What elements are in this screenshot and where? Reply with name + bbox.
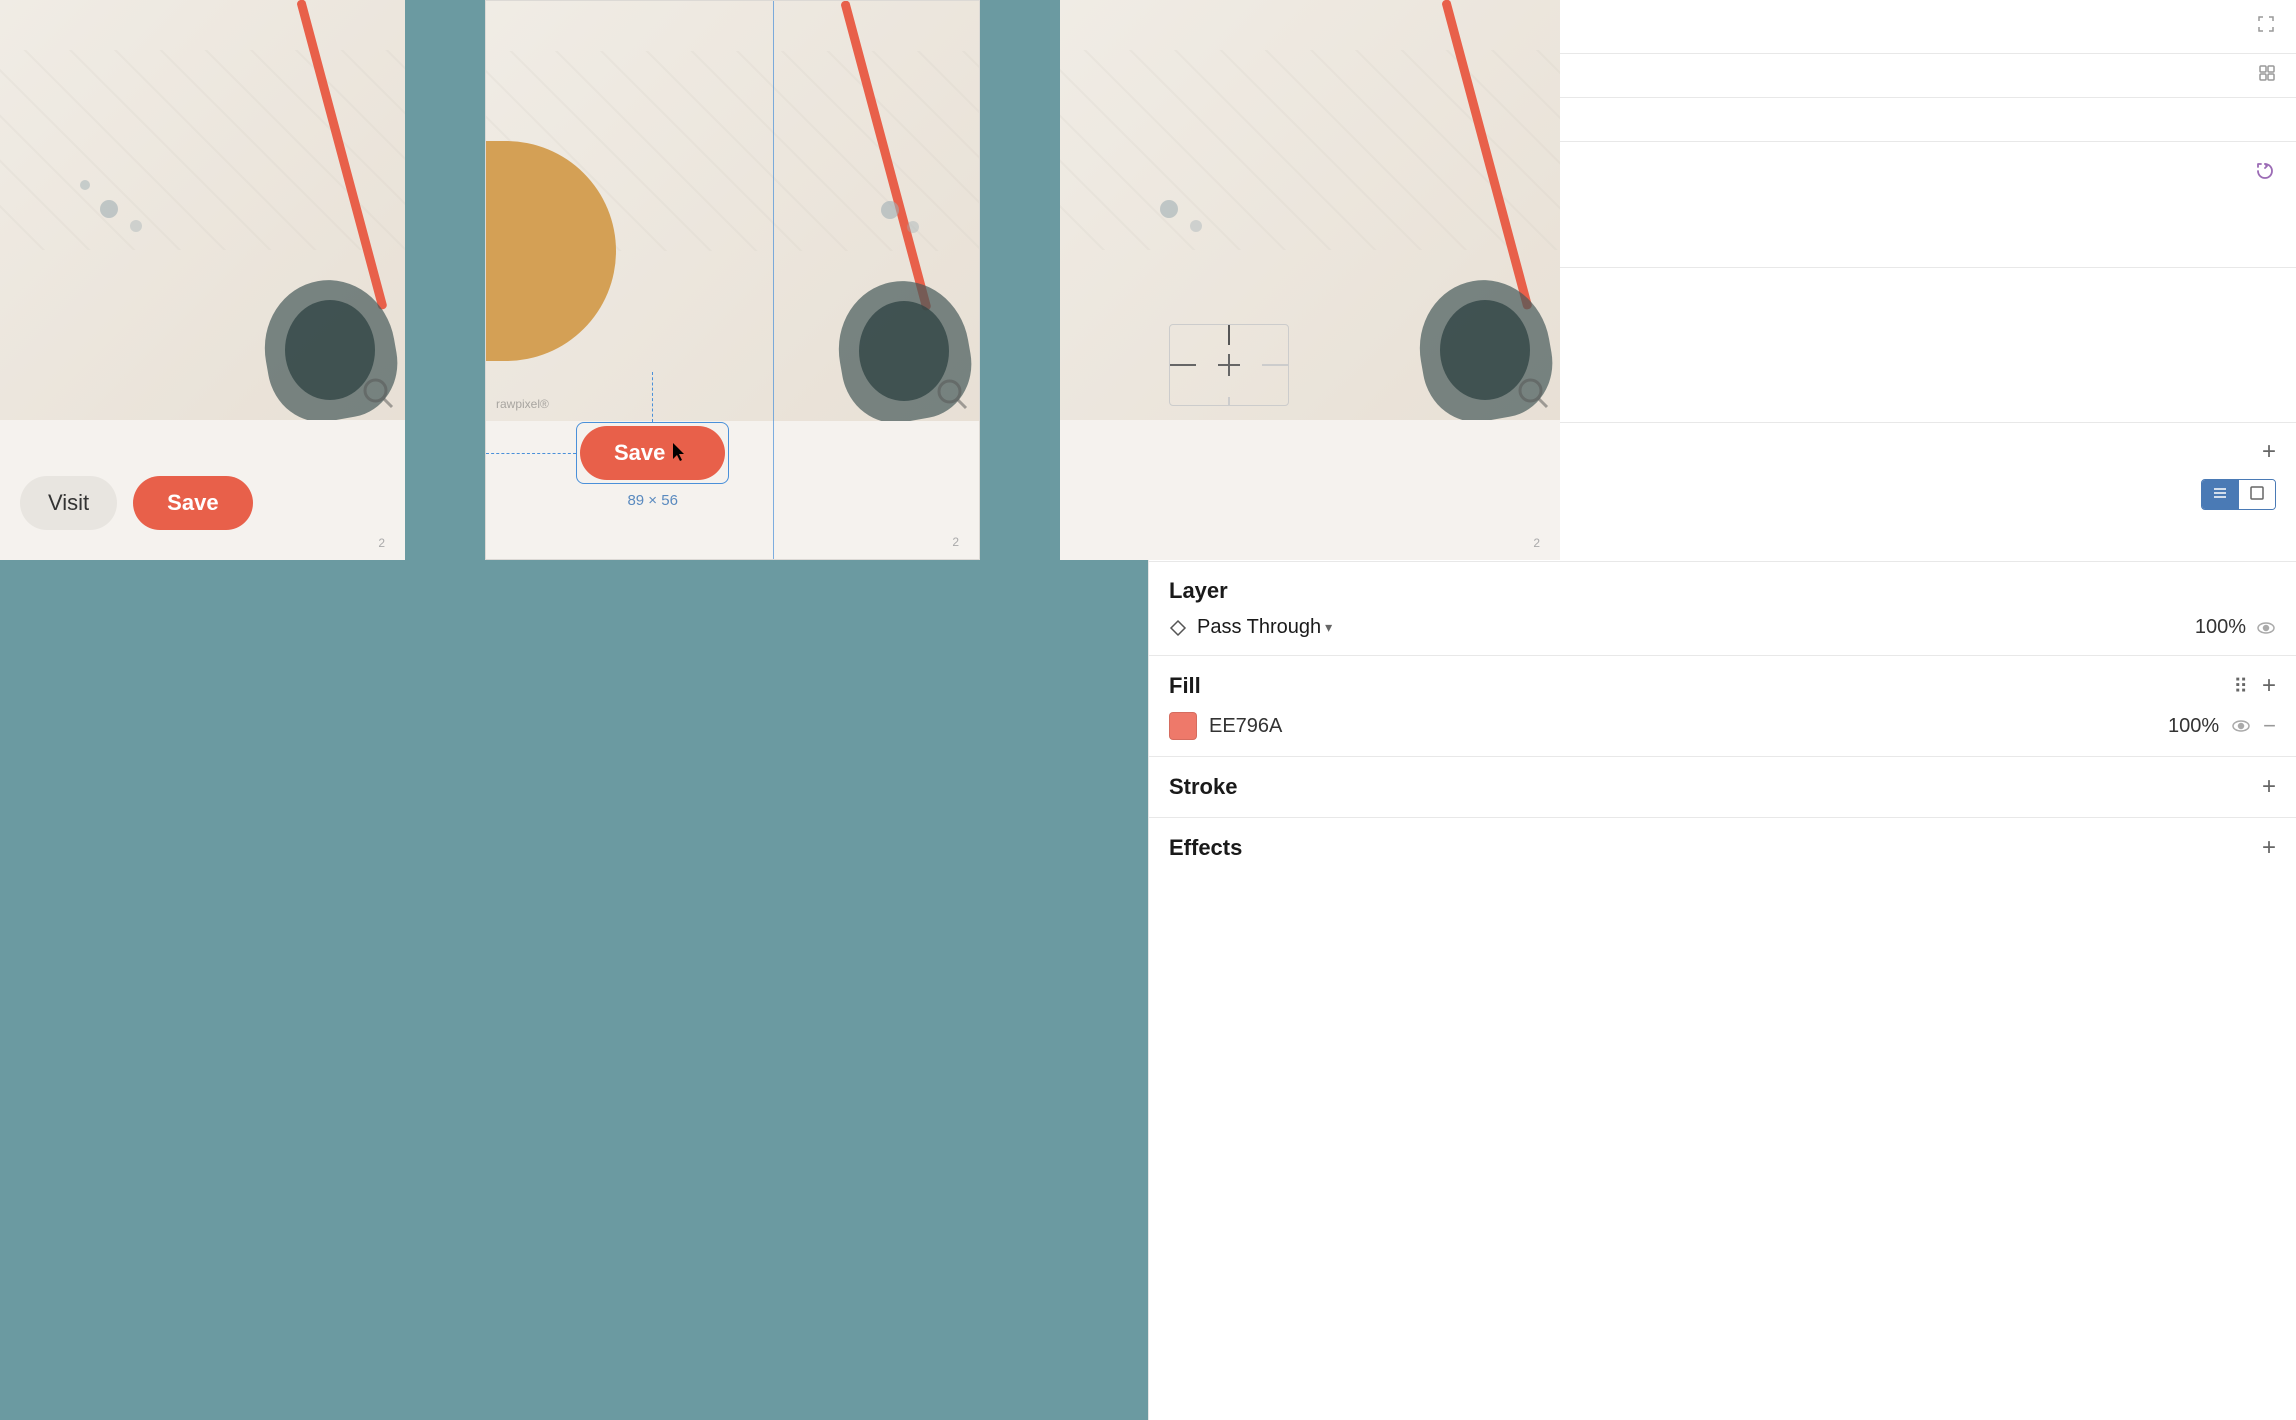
layer-row: Pass Through ▾ 100% — [1169, 616, 2276, 639]
frame-left: Visit Save 2 — [0, 0, 405, 560]
blend-mode-value: Pass Through — [1197, 616, 1321, 639]
blend-mode-select[interactable]: Pass Through ▾ — [1197, 616, 1332, 639]
effects-add-btn[interactable]: + — [2262, 834, 2276, 862]
visit-button[interactable]: Visit — [20, 476, 117, 530]
effects-title: Effects — [1169, 835, 1242, 861]
stroke-title: Stroke — [1169, 774, 1237, 800]
fill-header: Fill ⠿ + — [1169, 672, 2276, 700]
stroke-add-btn[interactable]: + — [2262, 773, 2276, 801]
fill-color-hex[interactable]: EE796A — [1209, 715, 2156, 738]
blend-chevron: ▾ — [1325, 619, 1332, 636]
save-button-selected[interactable]: Save — [580, 426, 725, 480]
visibility-icon[interactable] — [2256, 618, 2276, 638]
fill-remove-btn[interactable]: − — [2263, 715, 2276, 737]
fill-title: Fill — [1169, 673, 1201, 699]
stroke-section: Stroke + — [1149, 757, 2296, 818]
fill-grid-icon[interactable]: ⠿ — [2233, 674, 2250, 699]
expand-corners-icon[interactable] — [2258, 64, 2276, 87]
effects-section: Effects + — [1149, 818, 2296, 878]
dimension-label: 89 × 56 — [627, 492, 677, 509]
auto-layout-add-btn[interactable]: + — [2262, 440, 2276, 464]
frame-left-buttons: Visit Save — [20, 476, 253, 530]
constraints-visual — [1169, 324, 1289, 406]
fill-row: EE796A 100% − — [1169, 712, 2276, 740]
watermark: rawpixel® — [496, 397, 549, 411]
guide-line — [773, 1, 774, 559]
layer-opacity-value[interactable]: 100% — [2195, 616, 2246, 639]
fill-add-btn[interactable]: + — [2262, 672, 2276, 700]
fill-color-swatch[interactable] — [1169, 712, 1197, 740]
layer-title: Layer — [1169, 578, 2276, 604]
resize-icon[interactable] — [2256, 14, 2276, 39]
blend-mode-icon — [1169, 619, 1187, 637]
selected-button-container: Save 89 × 56 — [576, 372, 729, 509]
fill-visibility-icon[interactable] — [2231, 716, 2251, 736]
frame-center: rawpixel® Save — [485, 0, 980, 560]
wrap-buttons — [2201, 479, 2276, 510]
fill-section: Fill ⠿ + EE796A 100% − — [1149, 656, 2296, 757]
canvas-area: Visit Save 2 — [0, 0, 1148, 1420]
wrap-btn-left[interactable] — [2202, 480, 2238, 509]
layer-section: Layer Pass Through ▾ 100% — [1149, 562, 2296, 656]
frame-right: 2 — [1060, 0, 1560, 560]
fill-opacity-value[interactable]: 100% — [2168, 715, 2219, 738]
instance-reset-icon[interactable] — [2254, 160, 2276, 187]
wrap-btn-right[interactable] — [2238, 480, 2275, 509]
save-button-left[interactable]: Save — [133, 476, 252, 530]
